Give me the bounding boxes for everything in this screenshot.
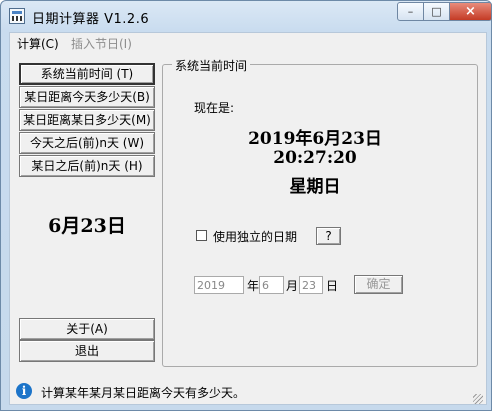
title-bar: 日期计算器 V1.2.6 – □ × xyxy=(1,1,492,31)
date-calculator-window: 日期计算器 V1.2.6 – □ × 计算(C) 插入节日(I) 系统当前时间 … xyxy=(0,0,492,411)
confirm-button[interactable]: 确定 xyxy=(354,275,403,294)
minimize-button[interactable]: – xyxy=(397,2,424,21)
n-days-from-today-button[interactable]: 今天之后(前)n天 (W) xyxy=(19,132,155,154)
day-input[interactable] xyxy=(299,276,323,294)
about-button[interactable]: 关于(A) xyxy=(19,318,155,340)
minimize-icon: – xyxy=(407,5,414,18)
month-input[interactable] xyxy=(259,276,284,294)
now-label: 现在是: xyxy=(194,101,235,115)
info-icon: i xyxy=(16,383,32,399)
day-unit: 日 xyxy=(326,279,339,293)
status-bar: i 计算某年某月某日距离今天有多少天。 xyxy=(10,376,486,404)
exit-button[interactable]: 退出 xyxy=(19,340,155,362)
maximize-button[interactable]: □ xyxy=(423,2,450,21)
close-button[interactable]: × xyxy=(449,2,492,21)
year-input[interactable] xyxy=(194,276,244,294)
menu-calculate[interactable]: 计算(C) xyxy=(17,35,59,52)
independent-date-checkbox[interactable] xyxy=(196,230,207,241)
n-days-from-date-button[interactable]: 某日之后(前)n天 (H) xyxy=(19,155,155,177)
resize-grip[interactable] xyxy=(473,394,483,404)
days-from-today-button[interactable]: 某日距离今天多少天(B) xyxy=(19,86,155,108)
weekday-text: 星期日 xyxy=(289,177,341,197)
calendar-icon xyxy=(9,8,25,24)
independent-date-label: 使用独立的日期 xyxy=(213,230,298,244)
current-time-text: 20:27:20 xyxy=(273,148,357,168)
menu-insert-holiday[interactable]: 插入节日(I) xyxy=(71,35,132,52)
system-current-time-button[interactable]: 系统当前时间 (T) xyxy=(19,63,155,85)
client-area: 计算(C) 插入节日(I) 系统当前时间 (T) 某日距离今天多少天(B) 某日… xyxy=(9,32,487,405)
window-title: 日期计算器 V1.2.6 xyxy=(32,12,150,27)
days-between-dates-button[interactable]: 某日距离某日多少天(M) xyxy=(19,109,155,131)
year-unit: 年 xyxy=(247,279,260,293)
current-date-text: 2019年6月23日 xyxy=(248,129,382,149)
sidebar-current-date: 6月23日 xyxy=(48,215,126,237)
group-title: 系统当前时间 xyxy=(172,57,251,74)
help-button[interactable]: ? xyxy=(316,227,341,245)
close-icon: × xyxy=(465,4,476,19)
menu-bar: 计算(C) 插入节日(I) xyxy=(10,33,486,51)
month-unit: 月 xyxy=(286,279,299,293)
maximize-icon: □ xyxy=(431,5,442,18)
status-text: 计算某年某月某日距离今天有多少天。 xyxy=(41,386,246,400)
